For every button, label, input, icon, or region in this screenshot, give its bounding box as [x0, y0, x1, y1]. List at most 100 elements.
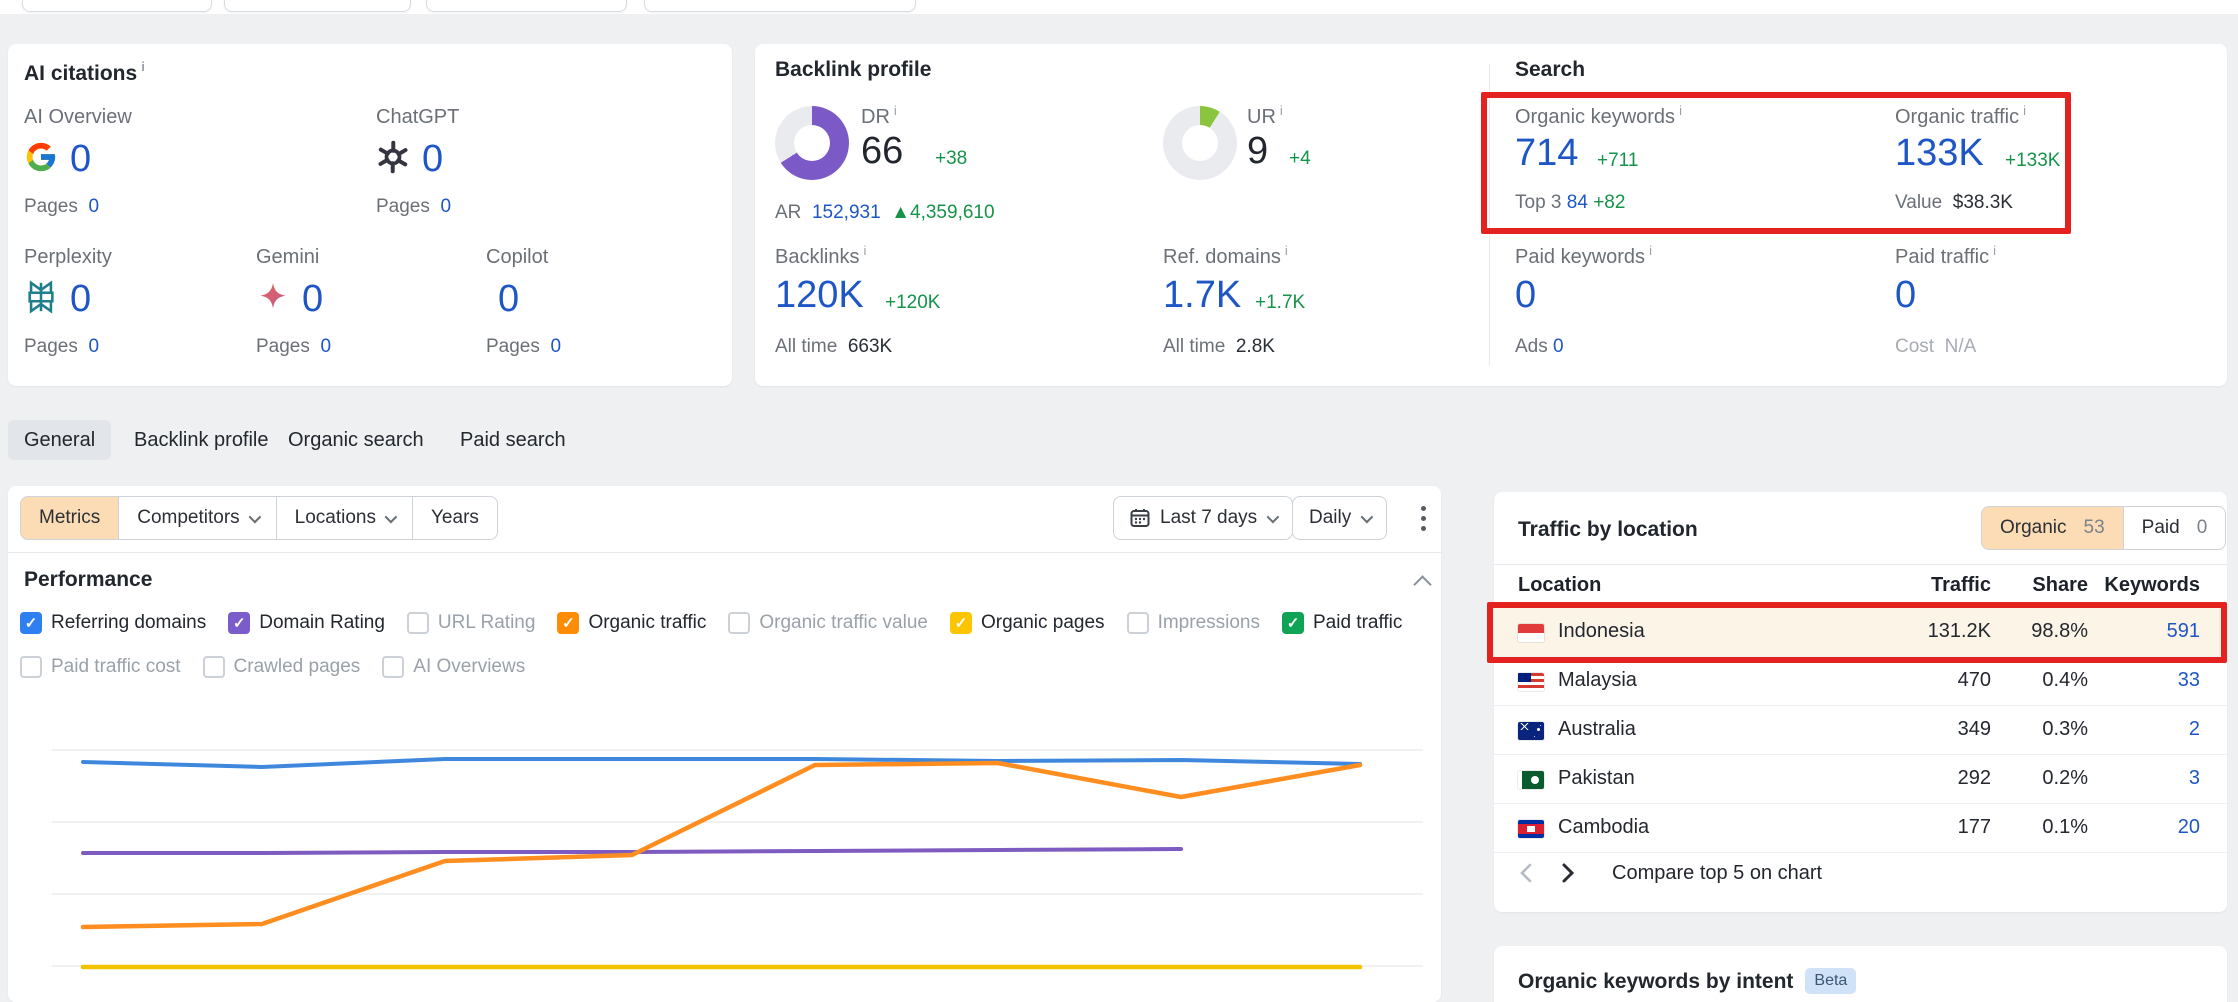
metric-checkbox-paid-traffic[interactable]: ✓Paid traffic	[1282, 612, 1402, 634]
beta-badge: Beta	[1805, 968, 1856, 994]
organic-toggle[interactable]: Organic53	[1981, 506, 2124, 550]
competitors-button[interactable]: Competitors	[118, 496, 276, 540]
location-keywords-link[interactable]: 591	[2167, 620, 2200, 643]
info-icon[interactable]	[141, 59, 145, 74]
location-name: Cambodia	[1558, 816, 1649, 839]
metric-checkbox-impressions[interactable]: Impressions	[1127, 612, 1260, 634]
column-header-share: Share	[2032, 574, 2088, 597]
metric-checkbox-label: AI Overviews	[413, 656, 525, 678]
metric-checkbox-paid-traffic-cost[interactable]: Paid traffic cost	[20, 656, 181, 678]
location-row-cambodia[interactable]: Cambodia1770.1%20	[1494, 804, 2227, 853]
metric-checkbox-organic-traffic-value[interactable]: Organic traffic value	[728, 612, 928, 634]
ref-domains-value[interactable]: 1.7K	[1163, 274, 1241, 317]
metric-checkbox-ai-overviews[interactable]: AI Overviews	[382, 656, 525, 678]
info-icon[interactable]	[2023, 103, 2026, 118]
tab-general[interactable]: General	[8, 420, 111, 460]
location-name: Indonesia	[1558, 620, 1645, 643]
metric-checkbox-url-rating[interactable]: URL Rating	[407, 612, 536, 634]
citation-count-link[interactable]: 0	[422, 138, 443, 181]
compare-domain-input[interactable]	[224, 0, 411, 12]
keywords-by-intent-card: Organic keywords by intentBeta	[1494, 946, 2227, 1002]
ai-citations-card: AI citations AI Overview0Pages 0ChatGPT0…	[8, 44, 732, 386]
cambodia-flag-icon	[1518, 820, 1544, 838]
location-row-pakistan[interactable]: Pakistan2920.2%3	[1494, 755, 2227, 804]
location-row-malaysia[interactable]: Malaysia4700.4%33	[1494, 657, 2227, 706]
metric-checkbox-label: URL Rating	[438, 612, 536, 634]
location-keywords-link[interactable]: 33	[2178, 669, 2200, 692]
ur-delta: +4	[1289, 148, 1311, 170]
ai-source-label: Gemini	[256, 246, 319, 269]
metric-checkbox-domain-rating[interactable]: ✓Domain Rating	[228, 612, 385, 634]
ads-link[interactable]: 0	[1553, 336, 1564, 357]
more-options-button[interactable]	[1408, 496, 1438, 540]
metric-checkbox-label: Impressions	[1158, 612, 1260, 634]
pages-count-link[interactable]: 0	[88, 196, 99, 217]
chatgpt-icon	[376, 140, 410, 179]
years-button[interactable]: Years	[412, 496, 498, 540]
tab-backlink-profile[interactable]: Backlink profile	[134, 420, 269, 460]
metric-checkbox-organic-traffic[interactable]: ✓Organic traffic	[557, 612, 706, 634]
device-select[interactable]	[644, 0, 916, 12]
citation-count-link[interactable]: 0	[70, 278, 91, 321]
location-name: Pakistan	[1558, 767, 1635, 790]
checkbox-icon	[1127, 612, 1149, 634]
paid-toggle[interactable]: Paid0	[2123, 506, 2227, 550]
collapse-chevron-icon[interactable]	[1413, 575, 1431, 593]
pages-count-link[interactable]: 0	[88, 336, 99, 357]
domain-input[interactable]	[22, 0, 212, 12]
metric-checkbox-referring-domains[interactable]: ✓Referring domains	[20, 612, 206, 634]
metric-checkbox-label: Organic traffic	[588, 612, 706, 634]
prev-page-button[interactable]	[1512, 858, 1542, 888]
info-icon[interactable]	[1280, 103, 1283, 118]
checkbox-icon	[382, 656, 404, 678]
dr-donut-gauge	[775, 106, 849, 180]
date-range-button[interactable]: Last 7 days	[1113, 496, 1293, 540]
pages-row: Pages 0	[376, 196, 451, 218]
next-page-button[interactable]	[1552, 858, 1582, 888]
metric-checkbox-label: Paid traffic	[1313, 612, 1402, 634]
header-divider	[1494, 564, 2227, 565]
backlinks-value[interactable]: 120K	[775, 274, 864, 317]
top3-link[interactable]: 84	[1567, 192, 1588, 213]
location-keywords-link[interactable]: 2	[2189, 718, 2200, 741]
locations-button[interactable]: Locations	[276, 496, 413, 540]
pages-row: Pages 0	[24, 336, 99, 358]
citation-count-link[interactable]: 0	[498, 278, 519, 321]
location-keywords-link[interactable]: 20	[2178, 816, 2200, 839]
metric-checkbox-label: Referring domains	[51, 612, 206, 634]
info-icon[interactable]	[1285, 243, 1288, 258]
performance-line-chart	[8, 690, 1441, 1002]
info-icon[interactable]	[1993, 243, 1996, 258]
tab-paid-search[interactable]: Paid search	[460, 420, 566, 460]
info-icon[interactable]	[1649, 243, 1652, 258]
organic-keywords-value[interactable]: 714	[1515, 132, 1578, 175]
column-header-traffic: Traffic	[1931, 574, 1991, 597]
ar-row: AR 152,931 ▲4,359,610	[775, 202, 995, 224]
australia-flag-icon	[1518, 722, 1544, 740]
metrics-button[interactable]: Metrics	[20, 496, 119, 540]
metric-checkbox-label: Paid traffic cost	[51, 656, 181, 678]
checkbox-icon	[203, 656, 225, 678]
ar-value-link[interactable]: 152,931	[812, 202, 881, 223]
location-keywords-link[interactable]: 3	[2189, 767, 2200, 790]
location-row-australia[interactable]: Australia3490.3%2	[1494, 706, 2227, 755]
info-icon[interactable]	[863, 243, 866, 258]
pages-count-link[interactable]: 0	[550, 336, 561, 357]
citation-count-link[interactable]: 0	[302, 278, 323, 321]
info-icon[interactable]	[1679, 103, 1682, 118]
location-select[interactable]	[426, 0, 627, 12]
info-icon[interactable]	[894, 103, 897, 118]
paid-keywords-value[interactable]: 0	[1515, 274, 1536, 317]
citation-count-link[interactable]: 0	[70, 138, 91, 181]
tab-organic-search[interactable]: Organic search	[288, 420, 424, 460]
location-row-indonesia[interactable]: Indonesia131.2K98.8%591	[1494, 608, 2227, 657]
granularity-button[interactable]: Daily	[1292, 496, 1387, 540]
google-icon	[24, 140, 58, 179]
pages-count-link[interactable]: 0	[440, 196, 451, 217]
chevron-down-icon	[1267, 510, 1280, 523]
metric-checkbox-crawled-pages[interactable]: Crawled pages	[203, 656, 361, 678]
organic-traffic-value[interactable]: 133K	[1895, 132, 1984, 175]
pages-count-link[interactable]: 0	[320, 336, 331, 357]
metric-checkbox-label: Organic traffic value	[759, 612, 928, 634]
metric-checkbox-organic-pages[interactable]: ✓Organic pages	[950, 612, 1105, 634]
